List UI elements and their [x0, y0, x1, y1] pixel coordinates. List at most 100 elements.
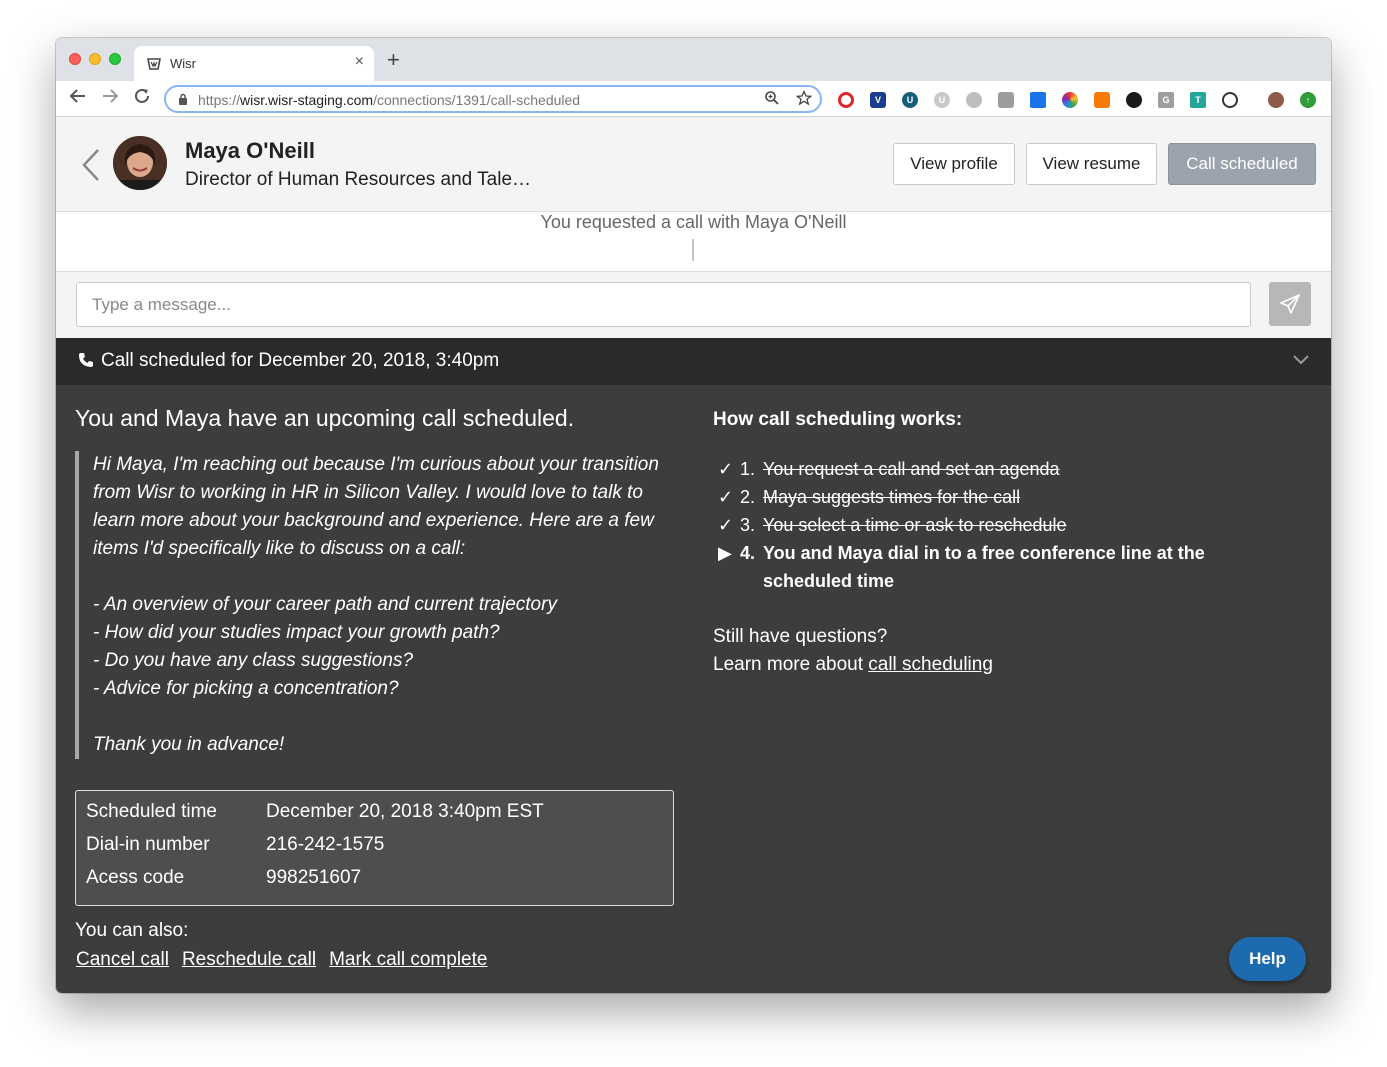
reload-icon[interactable]	[133, 87, 151, 109]
grey-u-extension-icon[interactable]: U	[934, 92, 950, 108]
lock-icon	[179, 93, 187, 105]
update-icon[interactable]: ↑	[1300, 92, 1316, 108]
back-icon[interactable]	[69, 87, 87, 109]
learn-more-prefix: Learn more about	[713, 654, 869, 675]
chevron-down-icon[interactable]	[1292, 354, 1310, 366]
step-item: ✓ 3. You select a time or ask to resched…	[718, 511, 1278, 539]
detail-value: 998251607	[266, 867, 362, 888]
teal-t-extension-icon[interactable]: T	[1190, 92, 1206, 108]
step-text: Maya suggests times for the call	[763, 487, 1021, 507]
play-icon: ▶	[718, 543, 732, 563]
star-icon[interactable]	[795, 89, 813, 110]
learn-more-line: Learn more about call scheduling	[713, 651, 993, 679]
info-extension-icon[interactable]	[1222, 92, 1238, 108]
zoom-icon[interactable]	[764, 90, 780, 110]
step-number: 4.	[740, 543, 756, 563]
call-actions: Cancel call Reschedule call Mark call co…	[76, 949, 487, 971]
call-scheduling-link[interactable]: call scheduling	[868, 654, 993, 675]
profile-name: Maya O'Neill	[185, 138, 315, 163]
how-it-works-title: How call scheduling works:	[713, 409, 963, 430]
step-number: 2.	[740, 487, 756, 507]
browser-toolbar: https://wisr.wisr-staging.com/connection…	[56, 81, 1331, 117]
detail-row-access-code: Acess code 998251607	[86, 867, 673, 900]
url-host: wisr.wisr-staging.com	[240, 92, 374, 108]
close-window-button[interactable]	[69, 53, 81, 65]
blue-flag-extension-icon[interactable]	[1030, 92, 1046, 108]
page-content: Maya O'Neill Director of Human Resources…	[56, 117, 1331, 993]
ublock-extension-icon[interactable]: U	[902, 92, 918, 108]
check-icon: ✓	[718, 487, 734, 507]
call-status-bar[interactable]: Call scheduled for December 20, 2018, 3:…	[56, 338, 1331, 385]
cancel-call-link[interactable]: Cancel call	[76, 949, 169, 971]
detail-label: Acess code	[86, 867, 185, 888]
tab-strip: Wisr × +	[56, 38, 1331, 81]
agenda-message: Hi Maya, I'm reaching out because I'm cu…	[75, 451, 675, 759]
send-icon	[1280, 294, 1300, 314]
message-composer	[56, 272, 1331, 338]
maximize-window-button[interactable]	[109, 53, 121, 65]
url-text: https://wisr.wisr-staging.com/connection…	[198, 92, 580, 108]
wisr-favicon	[147, 58, 161, 70]
step-item: ✓ 1. You request a call and set an agend…	[718, 455, 1278, 483]
profile-header: Maya O'Neill Director of Human Resources…	[56, 117, 1331, 212]
message-thread: You requested a call with Maya O'Neill	[56, 212, 1331, 272]
profile-title: Director of Human Resources and Tale…	[185, 169, 532, 190]
tab-title: Wisr	[170, 56, 196, 71]
step-text: You and Maya dial in to a free conferenc…	[763, 543, 1205, 591]
reschedule-call-link[interactable]: Reschedule call	[182, 949, 316, 971]
step-item-current: ▶ 4. You and Maya dial in to a free conf…	[718, 539, 1278, 595]
check-icon: ✓	[718, 459, 734, 479]
phone-icon	[79, 353, 93, 367]
grammarly-extension-icon[interactable]: G	[1158, 92, 1174, 108]
step-number: 1.	[740, 459, 756, 479]
tab-wisr[interactable]: Wisr ×	[134, 46, 374, 81]
panel-heading: You and Maya have an upcoming call sched…	[75, 405, 575, 431]
address-bar[interactable]: https://wisr.wisr-staging.com/connection…	[164, 85, 822, 113]
step-text: You request a call and set an agenda	[763, 459, 1060, 479]
url-path: /connections/1391/call-scheduled	[373, 92, 581, 108]
send-button[interactable]	[1269, 282, 1311, 326]
chevron-left-icon[interactable]	[80, 147, 102, 183]
grey-circle-extension-icon[interactable]	[966, 92, 982, 108]
vimeo-extension-icon[interactable]: V	[870, 92, 886, 108]
forward-icon[interactable]	[101, 87, 119, 109]
call-status-text: Call scheduled for December 20, 2018, 3:…	[101, 350, 500, 371]
call-details-panel: You and Maya have an upcoming call sched…	[56, 385, 1331, 993]
detail-row-dial-in: Dial-in number 216-242-1575	[86, 834, 673, 867]
detail-value: December 20, 2018 3:40pm EST	[266, 801, 544, 822]
close-tab-icon[interactable]: ×	[355, 53, 364, 71]
minimize-window-button[interactable]	[89, 53, 101, 65]
agenda-text: Hi Maya, I'm reaching out because I'm cu…	[93, 454, 659, 755]
dark-circle-extension-icon[interactable]	[1126, 92, 1142, 108]
still-questions-text: Still have questions?	[713, 626, 888, 647]
steps-list: ✓ 1. You request a call and set an agend…	[718, 455, 1278, 595]
color-wheel-extension-icon[interactable]	[1062, 92, 1078, 108]
hubspot-extension-icon[interactable]	[1094, 92, 1110, 108]
grey-square-extension-icon[interactable]	[998, 92, 1014, 108]
view-resume-button[interactable]: View resume	[1026, 143, 1157, 185]
new-tab-button[interactable]: +	[387, 49, 400, 71]
also-label: You can also:	[75, 920, 189, 941]
questions-block: Still have questions? Learn more about c…	[713, 623, 993, 679]
url-prefix: https://	[198, 92, 241, 108]
browser-window: Wisr × + https://wisr.wisr-staging.com/c…	[56, 38, 1331, 993]
thread-divider	[692, 239, 694, 261]
help-button[interactable]: Help	[1229, 937, 1306, 981]
mark-complete-link[interactable]: Mark call complete	[329, 949, 487, 971]
request-notice: You requested a call with Maya O'Neill	[540, 212, 847, 232]
call-scheduled-button[interactable]: Call scheduled	[1168, 143, 1316, 185]
detail-row-scheduled-time: Scheduled time December 20, 2018 3:40pm …	[86, 801, 673, 834]
message-input[interactable]	[76, 282, 1251, 327]
detail-label: Scheduled time	[86, 801, 217, 822]
step-number: 3.	[740, 515, 756, 535]
profile-avatar-icon[interactable]	[1268, 92, 1284, 108]
call-details-box: Scheduled time December 20, 2018 3:40pm …	[75, 790, 674, 906]
opera-extension-icon[interactable]	[838, 92, 854, 108]
detail-label: Dial-in number	[86, 834, 210, 855]
view-profile-button[interactable]: View profile	[893, 143, 1015, 185]
avatar	[113, 136, 167, 190]
detail-value: 216-242-1575	[266, 834, 385, 855]
check-icon: ✓	[718, 515, 734, 535]
step-text: You select a time or ask to reschedule	[763, 515, 1067, 535]
step-item: ✓ 2. Maya suggests times for the call	[718, 483, 1278, 511]
